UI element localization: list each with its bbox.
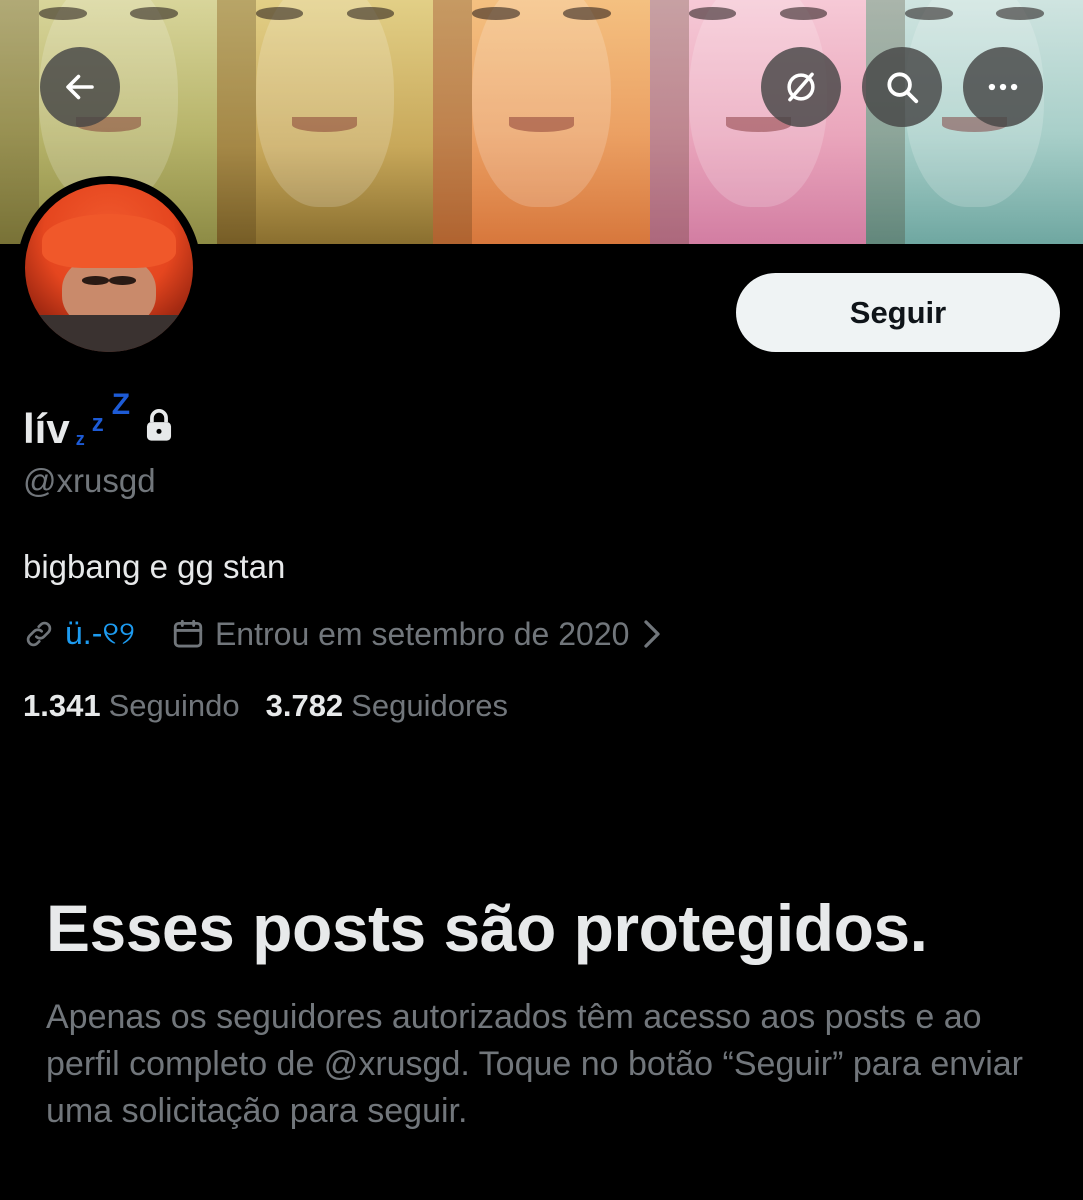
joined-label: Entrou em setembro de 2020	[214, 615, 630, 652]
zzz-emoji-char: z	[91, 410, 104, 437]
joined-date[interactable]: Entrou em setembro de 2020	[171, 616, 663, 653]
protected-title: Esses posts são protegidos.	[46, 891, 928, 965]
globe-slash-icon	[787, 72, 815, 102]
profile-meta: ü.-୧୨ Entrou em setembro de 2020	[23, 612, 663, 656]
more-horizontal-icon	[988, 83, 1018, 91]
follow-button[interactable]: Seguir	[736, 273, 1060, 352]
protected-description: Apenas os seguidores autorizados têm ace…	[46, 998, 1024, 1130]
profile-page: Seguir lív z z Z @xrusgd bigbang e gg st…	[0, 0, 1083, 1200]
followers-stat[interactable]: 3.782 Seguidores	[266, 688, 508, 724]
avatar[interactable]	[17, 176, 201, 360]
followers-label: Seguidores	[351, 688, 509, 723]
profile-name-row: lív z z Z	[23, 380, 176, 450]
display-name: lív	[23, 405, 70, 452]
lock-icon	[146, 409, 171, 441]
following-stat[interactable]: 1.341 Seguindo	[23, 688, 240, 724]
search-icon	[887, 72, 919, 104]
calendar-icon	[173, 619, 203, 648]
translate-button[interactable]	[761, 47, 841, 127]
following-count: 1.341	[23, 688, 101, 723]
chevron-right-icon	[644, 620, 661, 648]
zzz-emoji-char: z	[75, 429, 85, 449]
zzz-emoji-char: Z	[111, 388, 131, 421]
profile-link[interactable]: ü.-୧୨	[65, 615, 135, 653]
banner-photo	[216, 0, 434, 244]
profile-handle: @xrusgd	[23, 462, 156, 499]
follow-stats: 1.341 Seguindo 3.782 Seguidores	[23, 688, 508, 724]
back-button[interactable]	[40, 47, 120, 127]
banner-photo	[433, 0, 650, 244]
zzz-emoji: z z Z	[72, 390, 134, 450]
following-label: Seguindo	[108, 688, 240, 723]
arrow-left-icon	[66, 74, 94, 100]
search-button[interactable]	[862, 47, 942, 127]
avatar-image	[25, 184, 193, 352]
profile-bio: bigbang e gg stan	[23, 548, 286, 585]
more-button[interactable]	[963, 47, 1043, 127]
banner-photo	[649, 0, 867, 244]
followers-count: 3.782	[265, 688, 344, 723]
link-icon	[26, 621, 52, 647]
